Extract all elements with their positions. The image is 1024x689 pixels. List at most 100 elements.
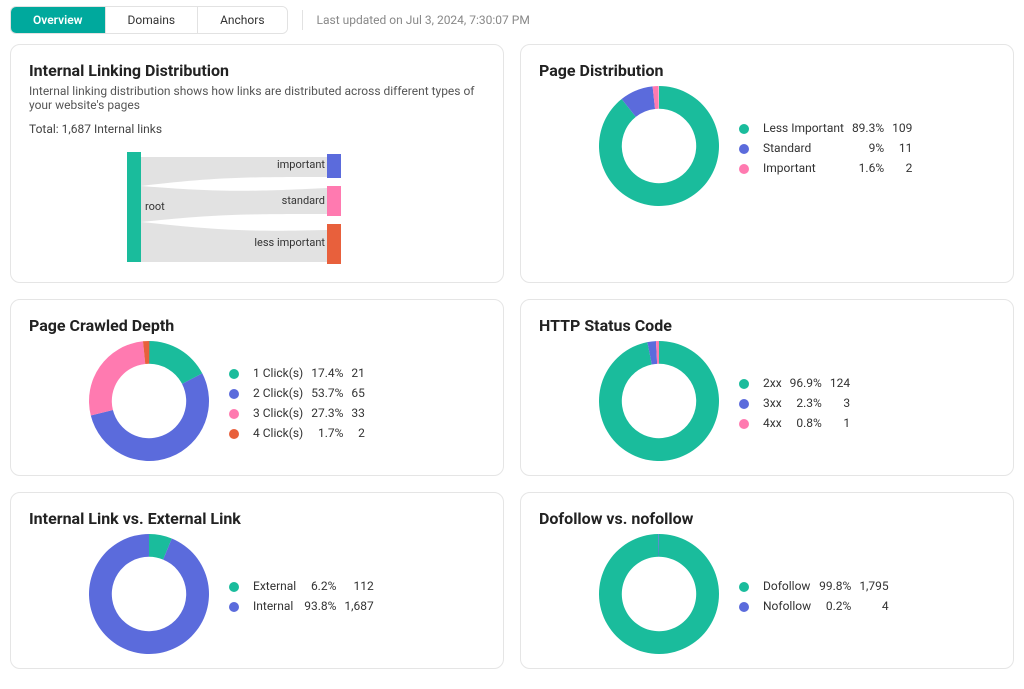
panel-subtitle: Internal linking distribution shows how … [29,84,485,112]
legend-pct: 99.8% [819,576,859,596]
legend-pct: 17.4% [311,363,351,383]
legend-pct: 96.9% [790,373,830,393]
legend-swatch [229,596,253,616]
legend-swatch [739,413,763,433]
legend-count: 124 [830,373,858,393]
legend-pct: 93.8% [304,596,344,616]
legend-count: 3 [830,393,858,413]
donut-http-status [599,341,719,465]
panel-title: Dofollow vs. nofollow [539,509,995,528]
legend-row: 4 Click(s)1.7%2 [229,423,373,443]
legend-swatch [739,138,763,158]
panel-internal-external: Internal Link vs. External Link External… [10,492,504,669]
legend-page-crawled-depth: 1 Click(s)17.4%212 Click(s)53.7%653 Clic… [229,363,373,443]
legend-pct: 1.7% [311,423,351,443]
legend-swatch [739,596,763,616]
legend-pct: 0.2% [819,596,859,616]
legend-count: 33 [351,403,373,423]
last-updated: Last updated on Jul 3, 2024, 7:30:07 PM [317,13,530,27]
legend-row: Important1.6%2 [739,158,920,178]
legend-count: 21 [351,363,373,383]
sankey-node-less-important: less important [254,236,325,249]
tab-label: Overview [33,13,83,27]
legend-row: Dofollow99.8%1,795 [739,576,897,596]
legend-http-status: 2xx96.9%1243xx2.3%34xx0.8%1 [739,373,858,433]
legend-pct: 9% [852,138,892,158]
vertical-separator [302,10,303,30]
legend-swatch [229,363,253,383]
legend-count: 1,795 [859,576,896,596]
panel-title: HTTP Status Code [539,316,995,335]
panel-title: Internal Linking Distribution [29,61,485,80]
legend-count: 1 [830,413,858,433]
legend-row: 1 Click(s)17.4%21 [229,363,373,383]
tab-group: Overview Domains Anchors [10,6,288,34]
panel-page-distribution: Page Distribution Less Important89.3%109… [520,44,1014,283]
legend-row: 3 Click(s)27.3%33 [229,403,373,423]
tab-overview[interactable]: Overview [11,7,105,33]
donut-dofollow [599,534,719,658]
legend-count: 1,687 [344,596,381,616]
panel-http-status: HTTP Status Code 2xx96.9%1243xx2.3%34xx0… [520,299,1014,476]
legend-label: Internal [253,596,304,616]
legend-count: 65 [351,383,373,403]
legend-label: Important [763,158,852,178]
tab-label: Anchors [220,13,264,27]
legend-pct: 1.6% [852,158,892,178]
sankey-node-important: important [277,158,325,171]
legend-count: 2 [351,423,373,443]
legend-count: 11 [892,138,920,158]
donut-page-crawled-depth [89,341,209,465]
legend-label: Less Important [763,118,852,138]
legend-swatch [739,393,763,413]
legend-label: External [253,576,304,596]
panel-title: Page Crawled Depth [29,316,485,335]
legend-label: Standard [763,138,852,158]
legend-swatch [739,158,763,178]
legend-swatch [229,423,253,443]
panel-internal-linking: Internal Linking Distribution Internal l… [10,44,504,283]
legend-label: 3xx [763,393,790,413]
legend-row: 2 Click(s)53.7%65 [229,383,373,403]
legend-label: 1 Click(s) [253,363,311,383]
tab-domains[interactable]: Domains [105,7,198,33]
legend-label: Dofollow [763,576,819,596]
legend-label: 2 Click(s) [253,383,311,403]
legend-swatch [739,118,763,138]
panel-dofollow: Dofollow vs. nofollow Dofollow99.8%1,795… [520,492,1014,669]
legend-count: 109 [892,118,920,138]
legend-count: 112 [344,576,381,596]
legend-row: 4xx0.8%1 [739,413,858,433]
legend-row: 3xx2.3%3 [739,393,858,413]
legend-page-distribution: Less Important89.3%109Standard9%11Import… [739,118,920,178]
panel-title: Page Distribution [539,61,995,80]
legend-label: Nofollow [763,596,819,616]
legend-label: 2xx [763,373,790,393]
legend-dofollow: Dofollow99.8%1,795Nofollow0.2%4 [739,576,897,616]
legend-row: Nofollow0.2%4 [739,596,897,616]
legend-row: Standard9%11 [739,138,920,158]
legend-row: Internal93.8%1,687 [229,596,382,616]
legend-pct: 2.3% [790,393,830,413]
legend-internal-external: External6.2%112Internal93.8%1,687 [229,576,382,616]
legend-pct: 27.3% [311,403,351,423]
sankey-node-standard: standard [282,194,325,207]
legend-swatch [229,576,253,596]
legend-label: 4xx [763,413,790,433]
panel-total: Total: 1,687 Internal links [29,122,485,136]
legend-row: 2xx96.9%124 [739,373,858,393]
panel-page-crawled-depth: Page Crawled Depth 1 Click(s)17.4%212 Cl… [10,299,504,476]
legend-row: Less Important89.3%109 [739,118,920,138]
legend-swatch [739,373,763,393]
legend-swatch [229,403,253,423]
sankey-node-root: root [145,200,165,213]
panel-title: Internal Link vs. External Link [29,509,485,528]
legend-pct: 53.7% [311,383,351,403]
legend-label: 3 Click(s) [253,403,311,423]
legend-label: 4 Click(s) [253,423,311,443]
donut-page-distribution [599,86,719,210]
legend-swatch [739,576,763,596]
legend-pct: 6.2% [304,576,344,596]
donut-internal-external [89,534,209,658]
tab-anchors[interactable]: Anchors [197,7,286,33]
